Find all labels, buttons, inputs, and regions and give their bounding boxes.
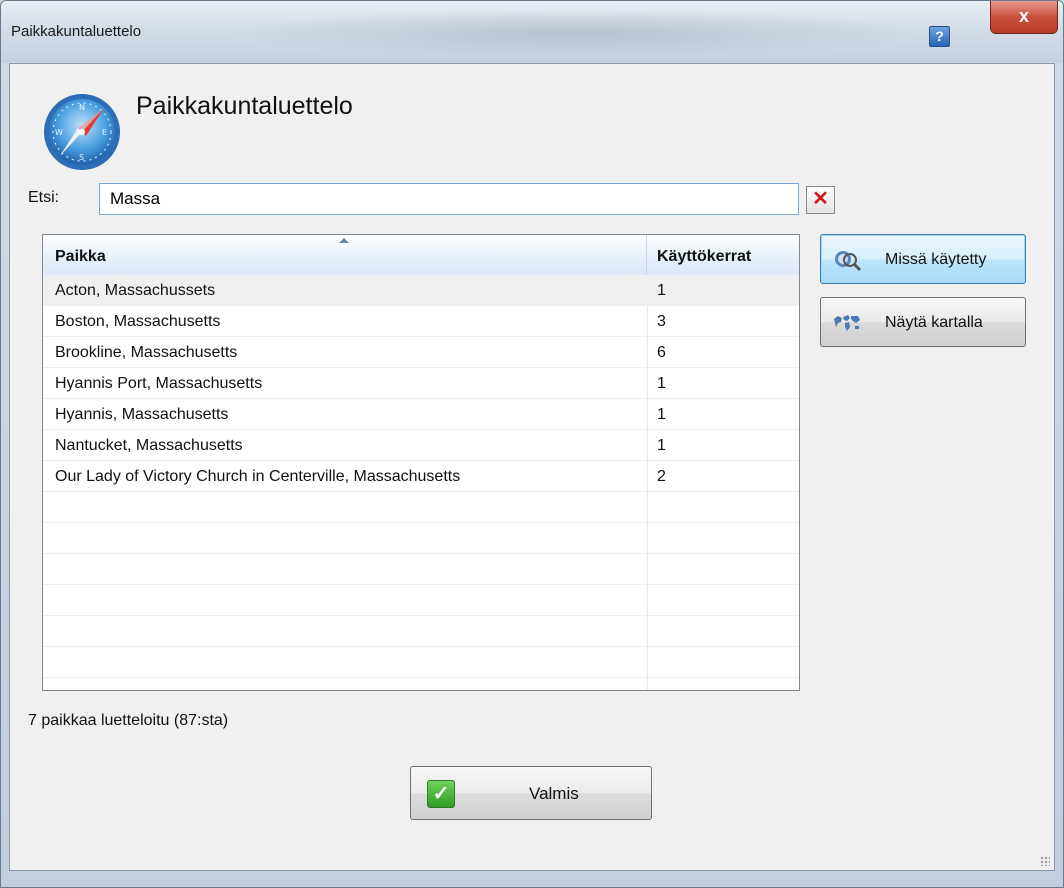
cell-count: 3	[657, 313, 666, 330]
table-row[interactable]	[43, 585, 799, 616]
page-title: Paikkakuntaluettelo	[136, 92, 353, 120]
cell-count	[647, 523, 799, 553]
checkmark-icon: ✓	[427, 780, 455, 808]
cell-count: 6	[657, 344, 666, 361]
table-header: Paikka Käyttökerrat	[43, 235, 799, 276]
place-list-window: Paikkakuntaluettelo ? x N E S W Paikkaku…	[0, 0, 1064, 888]
compass-icon: N E S W	[42, 92, 122, 172]
cell-count: 1	[657, 406, 666, 423]
cell-count: 1	[657, 282, 666, 299]
cell-place: Nantucket, Massachusetts	[55, 437, 243, 454]
clear-search-button[interactable]: ✕	[806, 186, 835, 214]
status-text: 7 paikkaa luetteloitu (87:sta)	[28, 712, 229, 729]
table-body: Acton, Massachussets 1 Boston, Massachuset…	[43, 275, 799, 678]
cell-place	[43, 616, 647, 646]
close-button[interactable]: x	[990, 1, 1058, 34]
table-row[interactable]	[43, 492, 799, 523]
cell-count	[647, 492, 799, 522]
cell-count	[647, 616, 799, 646]
cell-count: 1	[657, 375, 666, 392]
svg-text:S: S	[79, 153, 84, 162]
places-table[interactable]: Paikka Käyttökerrat Acton, Massachussets…	[42, 234, 800, 691]
table-row[interactable]: Hyannis Port, Massachusetts 1	[43, 368, 799, 399]
search-usage-icon	[835, 251, 861, 272]
sort-ascending-icon	[339, 238, 349, 243]
table-row[interactable]	[43, 554, 799, 585]
column-header-count[interactable]: Käyttökerrat	[647, 235, 799, 275]
table-row[interactable]: Acton, Massachussets 1	[43, 275, 799, 306]
help-button[interactable]: ?	[929, 26, 950, 47]
cell-place: Acton, Massachussets	[55, 282, 216, 299]
svg-text:E: E	[102, 128, 107, 137]
table-row[interactable]: Hyannis, Massachusetts 1	[43, 399, 799, 430]
resize-grip-icon[interactable]	[1040, 856, 1050, 866]
cell-place	[43, 492, 647, 522]
table-row[interactable]: Boston, Massachusetts 3	[43, 306, 799, 337]
table-row[interactable]: Our Lady of Victory Church in Centervill…	[43, 461, 799, 492]
cell-count: 1	[657, 437, 666, 454]
search-label: Etsi:	[28, 189, 60, 206]
cell-place: Brookline, Massachusetts	[55, 344, 238, 361]
cell-place	[43, 647, 647, 677]
cell-count	[647, 554, 799, 584]
search-input[interactable]	[99, 183, 799, 215]
svg-text:W: W	[55, 128, 63, 137]
where-used-label: Missä käytetty	[885, 251, 987, 268]
cell-place	[43, 585, 647, 615]
window-title: Paikkakuntaluettelo	[11, 23, 142, 40]
table-row[interactable]	[43, 647, 799, 678]
table-row[interactable]: Nantucket, Massachusetts 1	[43, 430, 799, 461]
cell-place: Our Lady of Victory Church in Centervill…	[55, 468, 461, 485]
show-on-map-label: Näytä kartalla	[885, 314, 983, 331]
show-on-map-button[interactable]: Näytä kartalla	[820, 297, 1026, 347]
cell-place: Hyannis, Massachusetts	[55, 406, 229, 423]
cell-place: Boston, Massachusetts	[55, 313, 221, 330]
world-map-icon	[834, 315, 860, 331]
where-used-button[interactable]: Missä käytetty	[820, 234, 1026, 284]
cell-place	[43, 554, 647, 584]
done-button[interactable]: ✓ Valmis	[410, 766, 652, 820]
title-bar[interactable]: Paikkakuntaluettelo ? x	[1, 1, 1063, 63]
done-label: Valmis	[529, 784, 579, 803]
svg-text:N: N	[79, 103, 85, 112]
cell-count	[647, 585, 799, 615]
cell-place	[43, 523, 647, 553]
table-row[interactable]	[43, 523, 799, 554]
cell-count: 2	[657, 468, 666, 485]
cell-count	[647, 647, 799, 677]
dialog-body: N E S W Paikkakuntaluettelo Etsi: ✕ Paik…	[9, 63, 1055, 871]
table-row[interactable]	[43, 616, 799, 647]
table-row[interactable]: Brookline, Massachusetts 6	[43, 337, 799, 368]
cell-place: Hyannis Port, Massachusetts	[55, 375, 263, 392]
